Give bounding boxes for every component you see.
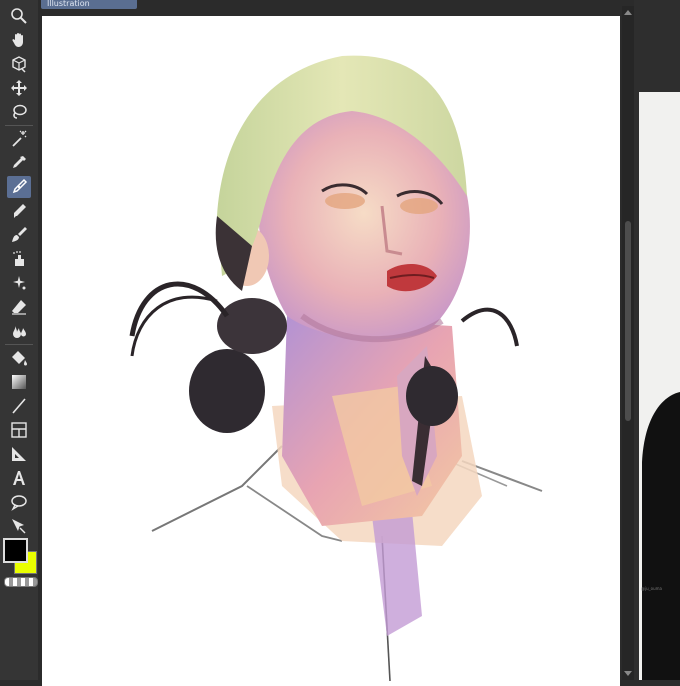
zoom-icon <box>11 8 27 24</box>
eyedropper-tool[interactable] <box>7 152 31 174</box>
tool-palette <box>0 0 39 680</box>
ruler-tool[interactable] <box>7 443 31 465</box>
pen-icon <box>12 178 28 194</box>
canvas-workspace[interactable] <box>38 10 622 686</box>
toolbar-divider <box>5 125 33 126</box>
gradient-icon <box>12 375 26 389</box>
selection-tool[interactable] <box>7 101 31 123</box>
eyedropper-icon <box>13 156 26 168</box>
drawing-canvas[interactable] <box>42 16 620 686</box>
text-icon <box>13 471 25 485</box>
frame-border-tool[interactable] <box>7 419 31 441</box>
scroll-up-arrow-icon[interactable] <box>624 10 632 15</box>
rotate-3d-icon <box>12 56 26 73</box>
fill-icon <box>12 351 27 366</box>
eraser-icon <box>12 300 26 315</box>
eraser-tool[interactable] <box>7 296 31 318</box>
portrait-illustration <box>129 55 543 682</box>
pen-tool[interactable] <box>7 176 31 198</box>
hand-icon <box>12 33 23 47</box>
reference-photo: @ju_ouma <box>639 92 680 680</box>
main-color-swatch[interactable] <box>3 538 28 563</box>
figure-tool[interactable] <box>7 395 31 417</box>
decoration-tool[interactable] <box>7 272 31 294</box>
scroll-down-arrow-icon[interactable] <box>624 671 632 676</box>
auto-select-tool[interactable] <box>7 128 31 150</box>
gradient-tool[interactable] <box>7 371 31 393</box>
move-icon <box>11 80 27 96</box>
document-tab[interactable]: Illustration <box>41 0 137 9</box>
scrollbar-thumb[interactable] <box>625 221 631 421</box>
balloon-tool[interactable] <box>7 491 31 513</box>
brush-icon <box>12 227 27 242</box>
airbrush-tool[interactable] <box>7 248 31 270</box>
hand-tool[interactable] <box>7 29 31 51</box>
move-tool[interactable] <box>7 77 31 99</box>
reference-photo-graphic: @ju_ouma <box>639 92 680 680</box>
pencil-icon <box>14 204 26 218</box>
line-icon <box>12 398 26 414</box>
reference-caption: @ju_ouma <box>641 586 663 591</box>
frame-border-icon <box>11 422 27 438</box>
canvas-vertical-scrollbar[interactable] <box>622 6 634 680</box>
airbrush-icon <box>13 251 24 266</box>
fill-tool[interactable] <box>7 347 31 369</box>
toolbar-divider <box>5 344 33 345</box>
blend-tool[interactable] <box>7 320 31 342</box>
zoom-tool[interactable] <box>7 5 31 27</box>
decoration-icon <box>13 276 26 290</box>
magic-wand-icon <box>12 130 27 147</box>
pencil-tool[interactable] <box>7 200 31 222</box>
correct-line-tool[interactable] <box>7 515 31 537</box>
document-tab-strip: Illustration <box>38 0 622 10</box>
text-tool[interactable] <box>7 467 31 489</box>
lasso-icon <box>13 104 27 119</box>
ruler-icon <box>12 447 26 461</box>
camera-tool[interactable] <box>7 53 31 75</box>
right-panel: @ju_ouma <box>634 0 680 680</box>
transparent-color-toggle[interactable] <box>4 577 38 587</box>
balloon-icon <box>11 495 27 511</box>
correct-line-icon <box>12 519 26 534</box>
blend-icon <box>13 326 26 338</box>
brush-tool[interactable] <box>7 224 31 246</box>
